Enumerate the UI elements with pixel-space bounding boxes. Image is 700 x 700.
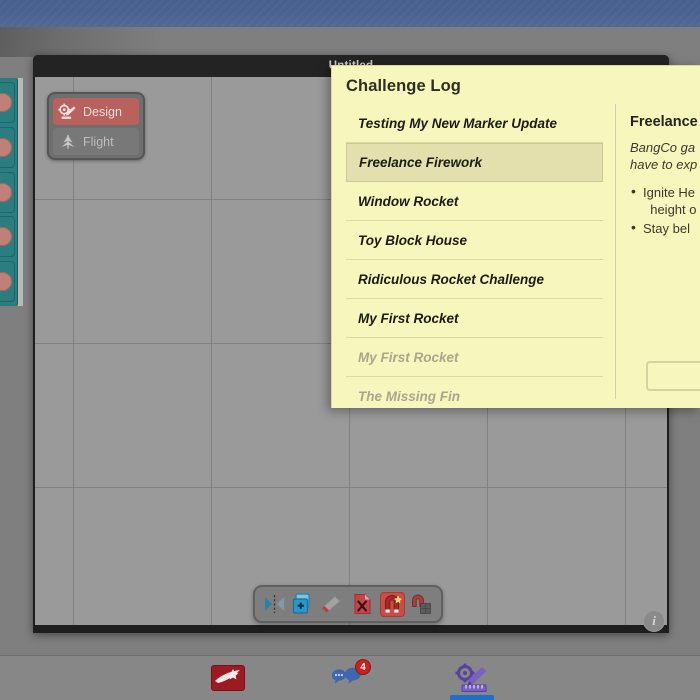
desktop-shade <box>0 27 160 57</box>
rocket-part-icon <box>0 182 12 202</box>
rocket-part-icon <box>0 227 12 247</box>
eraser-icon <box>322 595 342 613</box>
challenge-detail-title: Freelance <box>630 114 698 130</box>
challenge-list-item[interactable]: Window Rocket <box>346 182 603 221</box>
challenge-detail-description: BangCo ga have to exp <box>630 140 698 172</box>
challenge-list-item[interactable]: My First Rocket <box>346 299 603 338</box>
grid-snap-tool[interactable] <box>410 592 435 617</box>
messages-badge: 4 <box>355 659 371 675</box>
edit-toolbar <box>253 585 443 623</box>
dialog-body: Testing My New Marker Update Freelance F… <box>332 104 700 404</box>
mode-switch[interactable]: Design Flight <box>47 92 145 160</box>
challenge-goal-item: Ignite He height o <box>630 183 700 218</box>
challenge-goal-item: Stay bel <box>630 219 700 237</box>
magnet-icon <box>385 595 403 614</box>
parts-palette[interactable] <box>0 78 18 306</box>
messages-nav[interactable]: 4 <box>323 657 377 699</box>
challenge-list-item-selected[interactable]: Freelance Firework <box>346 143 603 182</box>
magnet-snap-tool[interactable] <box>380 591 405 617</box>
palette-slot[interactable] <box>0 171 15 213</box>
flight-mode-button[interactable]: Flight <box>53 128 139 155</box>
eraser-tool[interactable] <box>321 592 346 617</box>
palette-edge <box>18 78 23 306</box>
challenge-list[interactable]: Testing My New Marker Update Freelance F… <box>332 104 616 404</box>
palette-slot[interactable] <box>0 126 15 168</box>
duplicate-part-tool[interactable] <box>292 592 317 617</box>
dialog-title: Challenge Log <box>346 77 461 95</box>
palette-slot[interactable] <box>0 82 15 123</box>
delete-file-icon <box>354 594 371 614</box>
challenge-accept-button[interactable] <box>646 361 700 391</box>
duplicate-icon <box>293 593 310 614</box>
info-icon: i <box>652 613 656 628</box>
rocket-badge-icon <box>211 665 245 691</box>
top-system-band <box>0 0 700 27</box>
challenge-log-dialog: Challenge Log Testing My New Marker Upda… <box>331 65 700 408</box>
design-nav[interactable] <box>445 657 499 700</box>
challenge-goal-list: Ignite He height o Stay bel <box>630 183 700 237</box>
rocket-part-icon <box>0 93 12 112</box>
challenge-list-item[interactable]: Toy Block House <box>346 221 603 260</box>
bottom-navigation: 4 <box>0 655 700 700</box>
magnet-grid-icon <box>412 594 432 614</box>
info-button[interactable]: i <box>643 610 665 632</box>
design-mode-label: Design <box>83 104 122 119</box>
challenge-list-item[interactable]: Ridiculous Rocket Challenge <box>346 260 603 299</box>
rocket-part-icon <box>0 272 12 291</box>
flight-mode-label: Flight <box>83 134 114 149</box>
gear-pencil-icon <box>58 103 76 119</box>
challenge-list-item[interactable]: Testing My New Marker Update <box>346 104 603 143</box>
gear-ruler-pencil-icon <box>455 663 487 692</box>
band-texture <box>0 0 700 27</box>
delete-design-tool[interactable] <box>351 592 376 617</box>
mirror-symmetry-tool[interactable] <box>262 592 287 617</box>
rocket-part-icon <box>0 137 12 157</box>
design-nav-selected-indicator <box>450 695 494 700</box>
challenge-list-item-locked[interactable]: My First Rocket <box>346 338 603 377</box>
rockets-nav[interactable] <box>201 657 255 699</box>
palette-slot[interactable] <box>0 261 15 302</box>
rocket-flight-icon <box>61 134 75 148</box>
palette-slot[interactable] <box>0 216 15 258</box>
design-mode-button[interactable]: Design <box>53 98 139 125</box>
challenge-list-item-locked[interactable]: The Missing Fin <box>346 377 603 408</box>
mirror-icon <box>264 595 284 613</box>
challenge-detail-panel: Freelance BangCo ga have to exp Ignite H… <box>616 104 700 399</box>
